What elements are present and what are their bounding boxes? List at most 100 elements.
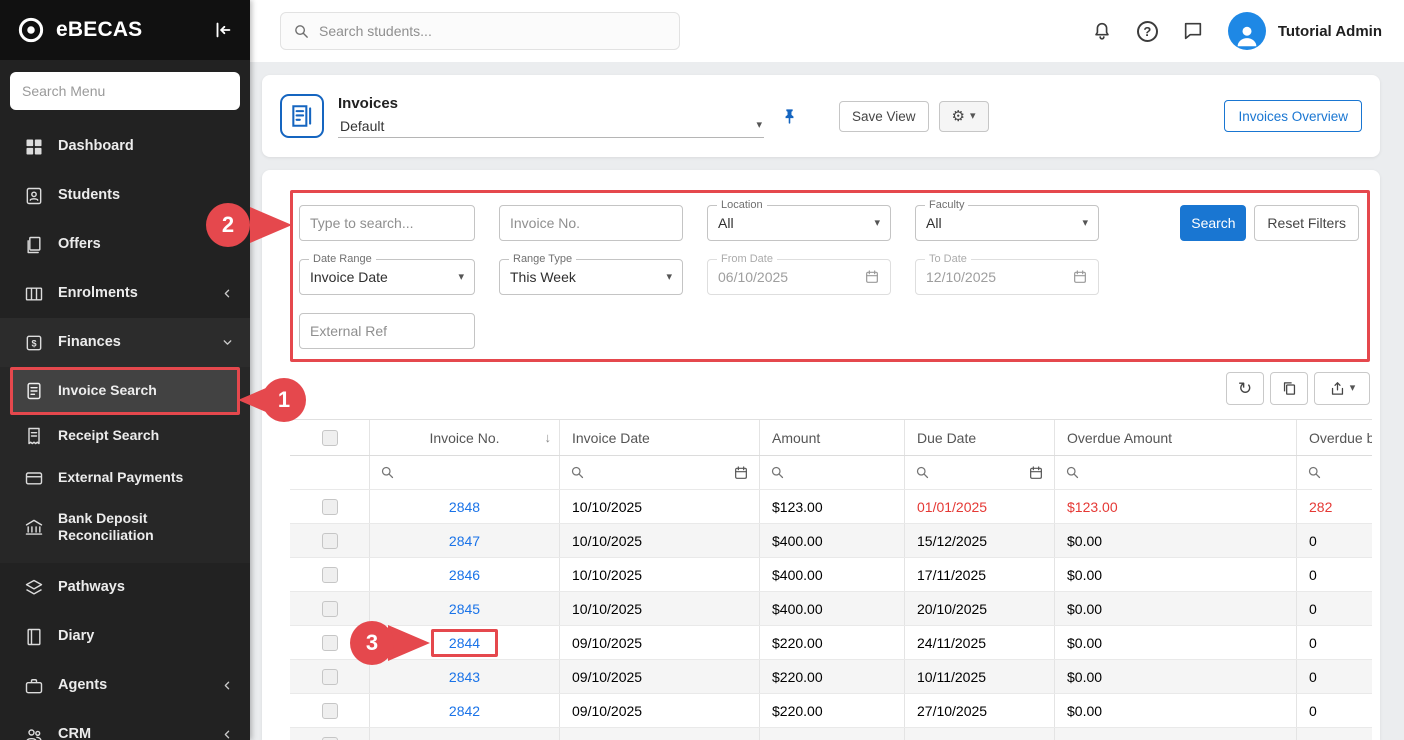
faculty-select[interactable]: Faculty All ▾ xyxy=(915,205,1099,241)
select-all-checkbox[interactable] xyxy=(322,430,338,446)
column-header-overdue-by[interactable]: Overdue b xyxy=(1297,420,1372,455)
chat-icon[interactable] xyxy=(1182,20,1204,42)
view-selector[interactable]: Default ▾ xyxy=(338,115,764,138)
checkbox-cell xyxy=(290,558,370,591)
save-view-button[interactable]: Save View xyxy=(839,101,929,132)
row-checkbox[interactable] xyxy=(322,533,338,549)
amount-cell: $400.00 xyxy=(760,524,905,557)
sidebar-item-crm[interactable]: CRM xyxy=(0,710,250,740)
column-filter-amount[interactable] xyxy=(760,456,905,489)
column-filter-invoice-date[interactable] xyxy=(560,456,760,489)
view-settings-button[interactable]: ⚙ ▾ xyxy=(939,101,989,132)
column-header-invoice-no[interactable]: Invoice No. ↓ xyxy=(370,420,560,455)
sidebar-item-label: Students xyxy=(58,186,234,204)
column-filter-invoice-no[interactable] xyxy=(370,456,560,489)
column-filter-due-date[interactable] xyxy=(905,456,1055,489)
from-date-label: From Date xyxy=(717,253,777,265)
sidebar-item-finances[interactable]: $ Finances xyxy=(0,318,250,367)
column-filter-overdue-by[interactable] xyxy=(1297,456,1372,489)
location-select[interactable]: Location All ▾ xyxy=(707,205,891,241)
copy-button[interactable] xyxy=(1270,372,1308,405)
to-date-input[interactable]: To Date 12/10/2025 xyxy=(915,259,1099,295)
invoice-link[interactable]: 2847 xyxy=(449,533,480,549)
sidebar-item-bank-deposit-reconciliation[interactable]: Bank Deposit Reconciliation xyxy=(0,499,250,555)
refresh-button[interactable]: ↻ xyxy=(1226,372,1264,405)
invoice-link[interactable]: 2844 xyxy=(449,635,480,651)
filter-invoice-no-input[interactable] xyxy=(510,215,672,231)
avatar xyxy=(1228,12,1266,50)
column-header-invoice-date[interactable]: Invoice Date xyxy=(560,420,760,455)
filter-invoice-no-field xyxy=(499,205,683,241)
svg-text:$: $ xyxy=(31,338,36,348)
column-filter-overdue-amount[interactable] xyxy=(1055,456,1297,489)
overdue-amount-cell: $0.00 xyxy=(1055,694,1297,727)
invoice-link[interactable]: 2843 xyxy=(449,669,480,685)
agents-icon xyxy=(24,676,44,696)
sidebar-item-label: Diary xyxy=(58,627,234,645)
invoice-date-cell: 10/10/2025 xyxy=(560,524,760,557)
faculty-value: All xyxy=(926,215,1076,231)
sidebar-item-receipt-search[interactable]: Receipt Search xyxy=(0,415,250,457)
column-header-amount[interactable]: Amount xyxy=(760,420,905,455)
overdue-amount-cell: $123.00 xyxy=(1055,490,1297,523)
view-selector-block: Invoices Default ▾ xyxy=(338,95,764,138)
notifications-bell-icon[interactable] xyxy=(1091,20,1113,42)
chevron-down-icon: ▾ xyxy=(1082,218,1088,229)
table-filter-row xyxy=(290,456,1372,490)
user-menu[interactable]: Tutorial Admin xyxy=(1228,12,1382,50)
sidebar-item-external-payments[interactable]: External Payments xyxy=(0,457,250,499)
column-header-overdue-amount[interactable]: Overdue Amount xyxy=(1055,420,1297,455)
filter-search-input[interactable] xyxy=(310,215,464,231)
sidebar-item-offers[interactable]: Offers xyxy=(0,220,250,269)
sidebar-item-pathways[interactable]: Pathways xyxy=(0,563,250,612)
invoice-date-cell: 10/10/2025 xyxy=(560,558,760,591)
column-header-due-date[interactable]: Due Date xyxy=(905,420,1055,455)
menu-search xyxy=(0,60,250,122)
invoice-no-cell xyxy=(370,728,560,740)
sidebar-item-invoice-search[interactable]: Invoice Search xyxy=(13,370,237,412)
sidebar-item-diary[interactable]: Diary xyxy=(0,612,250,661)
annotation-box-filters: Location All ▾ Faculty All ▾ Search Rese… xyxy=(290,190,1370,362)
search-icon xyxy=(570,465,585,480)
row-checkbox[interactable] xyxy=(322,703,338,719)
invoice-link[interactable]: 2842 xyxy=(449,703,480,719)
row-checkbox[interactable] xyxy=(322,499,338,515)
view-header-card: Invoices Default ▾ Save View ⚙ ▾ Invoice… xyxy=(262,75,1380,157)
sidebar-item-agents[interactable]: Agents xyxy=(0,661,250,710)
from-date-value: 06/10/2025 xyxy=(718,269,864,285)
invoice-link[interactable]: 2848 xyxy=(449,499,480,515)
overdue-amount-cell xyxy=(1055,728,1297,740)
sidebar-item-enrolments[interactable]: Enrolments xyxy=(0,269,250,318)
invoices-overview-button[interactable]: Invoices Overview xyxy=(1224,100,1362,132)
chevron-down-icon: ▾ xyxy=(458,272,464,283)
search-button[interactable]: Search xyxy=(1180,205,1246,241)
menu-search-input[interactable] xyxy=(10,72,240,110)
collapse-sidebar-icon[interactable] xyxy=(212,19,234,41)
row-checkbox[interactable] xyxy=(322,669,338,685)
pathways-icon xyxy=(24,578,44,598)
checkbox-cell xyxy=(290,626,370,659)
row-checkbox[interactable] xyxy=(322,601,338,617)
pin-icon[interactable] xyxy=(780,107,799,126)
row-checkbox[interactable] xyxy=(322,567,338,583)
amount-cell: $220.00 xyxy=(760,660,905,693)
row-checkbox[interactable] xyxy=(322,737,338,740)
row-checkbox[interactable] xyxy=(322,635,338,651)
range-type-label: Range Type xyxy=(509,253,576,265)
search-icon xyxy=(380,465,395,480)
due-date-cell: 24/11/2025 xyxy=(905,626,1055,659)
invoice-link[interactable]: 2846 xyxy=(449,567,480,583)
sidebar-item-label: CRM xyxy=(58,725,207,740)
export-button[interactable]: ▾ xyxy=(1314,372,1370,405)
student-search-input[interactable] xyxy=(319,23,667,39)
reset-filters-button[interactable]: Reset Filters xyxy=(1254,205,1359,241)
from-date-input[interactable]: From Date 06/10/2025 xyxy=(707,259,891,295)
help-icon[interactable]: ? xyxy=(1137,21,1158,42)
invoice-link[interactable]: 2845 xyxy=(449,601,480,617)
sidebar-item-dashboard[interactable]: Dashboard xyxy=(0,122,250,171)
range-type-select[interactable]: Range Type This Week ▾ xyxy=(499,259,683,295)
external-ref-input[interactable] xyxy=(310,323,464,339)
filter-row-2: Date Range Invoice Date ▾ Range Type Thi… xyxy=(299,259,1361,295)
date-range-select[interactable]: Date Range Invoice Date ▾ xyxy=(299,259,475,295)
sidebar-item-students[interactable]: Students xyxy=(0,171,250,220)
